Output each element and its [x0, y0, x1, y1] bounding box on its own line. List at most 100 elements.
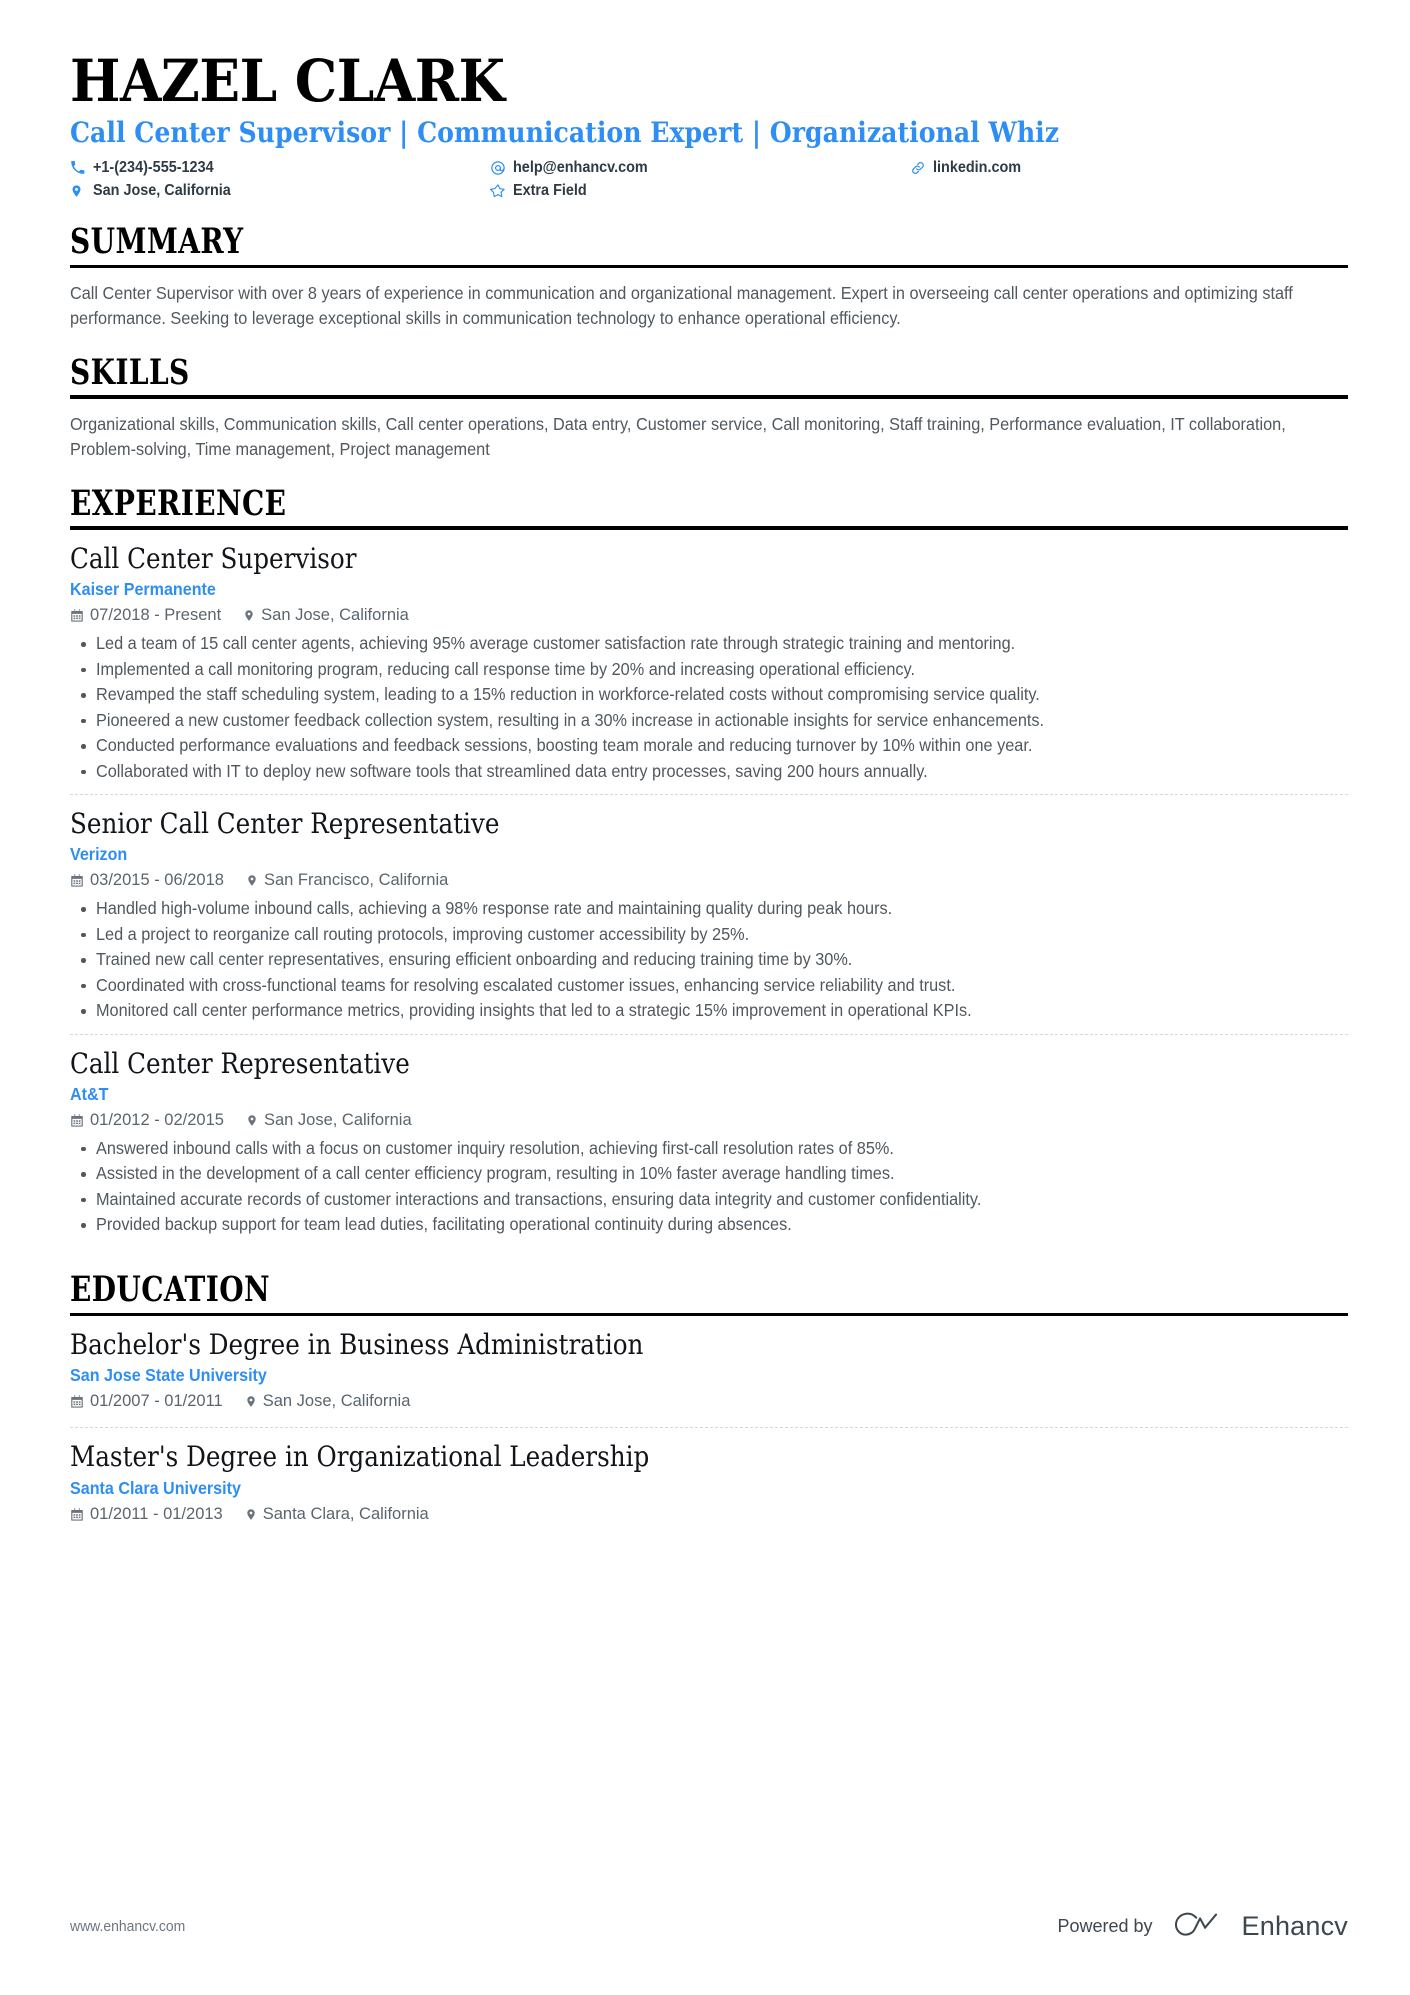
experience-entry-title: Senior Call Center Representative [70, 807, 500, 841]
experience-entry-bullets: Led a team of 15 call center agents, ach… [70, 631, 1348, 783]
bullet-item: Provided backup support for team lead du… [81, 1212, 1348, 1237]
experience-entry-organization: At&T [70, 1083, 109, 1104]
education-entry-location: Santa Clara, California [245, 1505, 429, 1524]
contact-location[interactable]: San Jose, California [70, 182, 490, 200]
bullet-text: Trained new call center representatives,… [96, 949, 853, 970]
experience-entry-location: San Jose, California [246, 1111, 412, 1130]
experience-entry: Call Center Supervisor Kaiser Permanente 0… [70, 541, 1348, 794]
contact-linkedin[interactable]: linkedin.com [910, 159, 1348, 177]
section-title-education: EDUCATION [70, 1268, 271, 1310]
education-entry: Bachelor's Degree in Business Administra… [70, 1329, 1348, 1427]
education-entry-meta: 01/2007 - 01/2011 San Jose, California [70, 1392, 1348, 1411]
contact-grid: +1-(234)-555-1234 help@enhancv.com linke… [70, 159, 1348, 200]
location-pin-icon [245, 1507, 257, 1522]
resume-page: HAZEL CLARK Call Center Supervisor | Com… [0, 0, 1410, 1995]
education-entry-location-text: Santa Clara, California [262, 1504, 429, 1523]
bullet-item: Conducted performance evaluations and fe… [81, 733, 1348, 758]
bullet-text: Led a team of 15 call center agents, ach… [96, 633, 1016, 654]
experience-entry-location: San Jose, California [243, 606, 409, 625]
education-entry-dates: 01/2011 - 01/2013 [70, 1505, 223, 1524]
experience-entry-meta: 01/2012 - 02/2015 San Jose, California [70, 1111, 1348, 1130]
bullet-text: Led a project to reorganize call routing… [96, 923, 750, 944]
bullet-item: Pioneered a new customer feedback collec… [81, 708, 1348, 733]
experience-entry-dates: 07/2018 - Present [70, 606, 221, 625]
section-education: EDUCATION Bachelor's Degree in Business … [70, 1268, 1348, 1540]
bullet-item: Led a project to reorganize call routing… [81, 922, 1348, 947]
experience-entry-meta: 07/2018 - Present San Jose, California [70, 606, 1348, 625]
education-entry-location-text: San Jose, California [262, 1392, 411, 1411]
skills-text: Organizational skills, Communication ski… [70, 413, 1286, 459]
powered-by-label: Powered by [1057, 1916, 1153, 1936]
contact-phone-text: +1-(234)-555-1234 [93, 158, 214, 176]
experience-entry: Call Center Representative At&T 01/2012 - … [70, 1033, 1348, 1248]
bullet-item: Collaborated with IT to deploy new softw… [81, 759, 1348, 784]
footer-brand: Powered by Enhancv [1057, 1910, 1348, 1943]
experience-entry-location-text: San Jose, California [263, 1110, 412, 1129]
experience-entry: Senior Call Center Representative Verizon… [70, 794, 1348, 1034]
bullet-text: Answered inbound calls with a focus on c… [96, 1137, 894, 1158]
section-divider [70, 526, 1348, 530]
education-entry-title: Master's Degree in Organizational Leader… [70, 1440, 650, 1474]
footer-url[interactable]: www.enhancv.com [70, 1918, 185, 1935]
bullet-item: Revamped the staff scheduling system, le… [81, 682, 1348, 707]
location-pin-icon [246, 1113, 258, 1128]
calendar-icon [70, 1113, 84, 1128]
contact-email-text: help@enhancv.com [513, 158, 648, 176]
location-pin-icon [243, 608, 255, 623]
education-entry-dates-text: 01/2011 - 01/2013 [90, 1504, 223, 1523]
location-pin-icon [246, 873, 258, 888]
experience-entry-meta: 03/2015 - 06/2018 San Francisco, Californ… [70, 871, 1348, 890]
section-divider [70, 264, 1348, 269]
experience-entry-dates-text: 03/2015 - 06/2018 [90, 871, 224, 890]
page-footer: www.enhancv.com Powered by Enhancv [70, 1910, 1348, 1943]
email-icon [490, 160, 509, 176]
experience-entry-dates-text: 07/2018 - Present [90, 606, 222, 625]
experience-entry-organization: Kaiser Permanente [70, 579, 216, 600]
bullet-item: Implemented a call monitoring program, r… [81, 657, 1348, 682]
experience-entry-title: Call Center Supervisor [70, 541, 357, 575]
bullet-text: Implemented a call monitoring program, r… [96, 658, 916, 679]
education-entry-location: San Jose, California [245, 1392, 411, 1411]
contact-email[interactable]: help@enhancv.com [490, 159, 910, 177]
experience-entry-title: Call Center Representative [70, 1046, 410, 1080]
star-icon [490, 183, 509, 199]
contact-location-text: San Jose, California [93, 181, 231, 199]
contact-phone[interactable]: +1-(234)-555-1234 [70, 159, 490, 177]
section-skills: SKILLS Organizational skills, Communicat… [70, 354, 1348, 462]
section-title-experience: EXPERIENCE [70, 482, 287, 524]
bullet-text: Monitored call center performance metric… [96, 1000, 972, 1021]
section-experience: EXPERIENCE Call Center Supervisor Kaiser … [70, 482, 1348, 1248]
contact-extra-field[interactable]: Extra Field [490, 182, 910, 200]
bullet-item: Trained new call center representatives,… [81, 947, 1348, 972]
phone-icon [70, 160, 89, 175]
bullet-text: Handled high-volume inbound calls, achie… [96, 898, 893, 919]
education-entry-organization: Santa Clara University [70, 1477, 241, 1498]
bullet-item: Maintained accurate records of customer … [81, 1187, 1348, 1212]
experience-entry-bullets: Answered inbound calls with a focus on c… [70, 1136, 1348, 1237]
bullet-item: Monitored call center performance metric… [81, 998, 1348, 1023]
education-entry-meta: 01/2011 - 01/2013 Santa Clara, California [70, 1505, 1348, 1524]
education-entry-dates-text: 01/2007 - 01/2011 [90, 1392, 223, 1411]
resume-content: HAZEL CLARK Call Center Supervisor | Com… [0, 0, 1410, 1540]
bullet-text: Maintained accurate records of customer … [96, 1188, 982, 1209]
bullet-text: Collaborated with IT to deploy new softw… [96, 760, 928, 781]
enhancv-brand: Enhancv [1173, 1910, 1348, 1943]
experience-list: Call Center Supervisor Kaiser Permanente 0… [70, 541, 1348, 1248]
enhancv-brand-name: Enhancv [1241, 1911, 1348, 1941]
experience-entry-bullets: Handled high-volume inbound calls, achie… [70, 896, 1348, 1023]
experience-entry-dates-text: 01/2012 - 02/2015 [90, 1110, 224, 1129]
calendar-icon [70, 608, 84, 623]
location-pin-icon [245, 1394, 257, 1409]
bullet-text: Pioneered a new customer feedback collec… [96, 709, 1045, 730]
bullet-text: Conducted performance evaluations and fe… [96, 735, 1033, 756]
bullet-item: Handled high-volume inbound calls, achie… [81, 896, 1348, 921]
bullet-text: Coordinated with cross-functional teams … [96, 974, 956, 995]
bullet-item: Answered inbound calls with a focus on c… [81, 1136, 1348, 1161]
bullet-item: Assisted in the development of a call ce… [81, 1161, 1348, 1186]
calendar-icon [70, 873, 84, 888]
calendar-icon [70, 1507, 84, 1522]
experience-entry-dates: 01/2012 - 02/2015 [70, 1111, 224, 1130]
contact-linkedin-text: linkedin.com [933, 158, 1022, 176]
link-icon [910, 160, 929, 176]
bullet-text: Assisted in the development of a call ce… [96, 1163, 895, 1184]
